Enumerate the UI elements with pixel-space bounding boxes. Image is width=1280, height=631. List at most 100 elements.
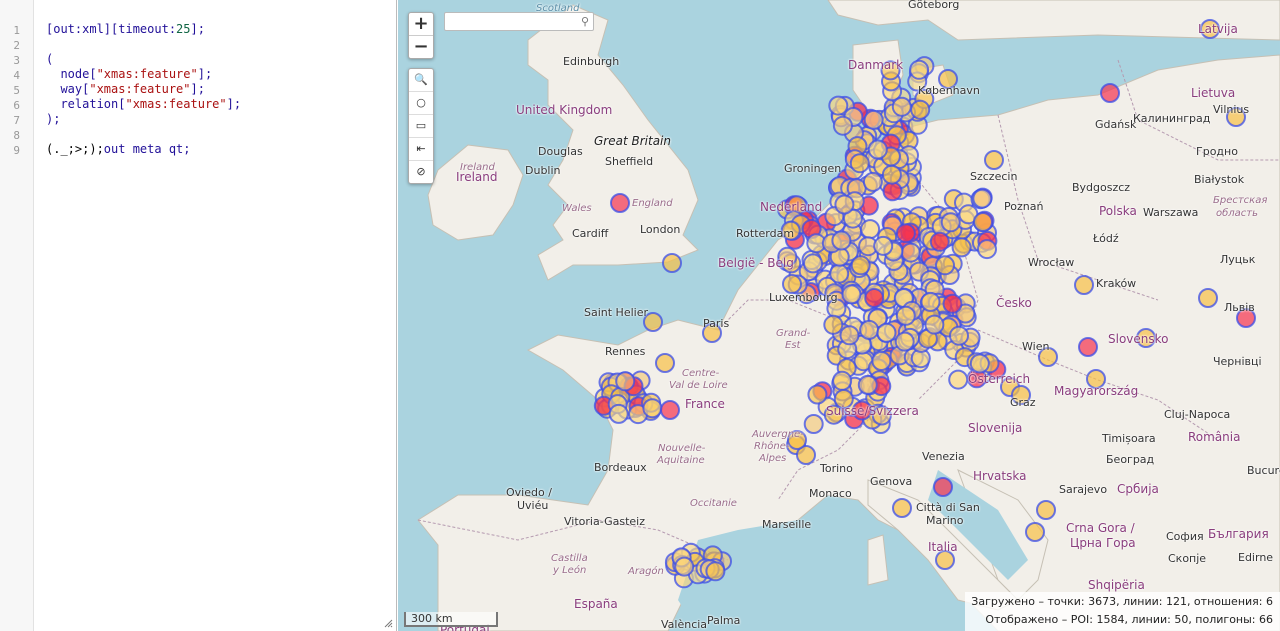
poi-marker[interactable]: [1074, 275, 1094, 295]
collapse-editor-icon[interactable]: ⇤: [409, 137, 433, 160]
poi-marker[interactable]: [803, 253, 823, 274]
fullscreen-icon[interactable]: ▭: [409, 114, 433, 137]
poi-marker[interactable]: [973, 212, 993, 232]
poi-marker[interactable]: [948, 369, 969, 390]
poi-marker[interactable]: [662, 253, 682, 273]
locate-icon[interactable]: ○: [409, 91, 433, 114]
poi-marker[interactable]: [610, 193, 630, 213]
poi-marker[interactable]: [894, 331, 915, 352]
poi-marker[interactable]: [940, 212, 961, 233]
code-line-3[interactable]: (: [46, 52, 53, 66]
map-label: Danmark: [848, 58, 904, 72]
poi-marker[interactable]: [972, 188, 993, 209]
poi-marker[interactable]: [1036, 500, 1056, 520]
poi-marker[interactable]: [895, 305, 916, 326]
poi-marker[interactable]: [895, 223, 916, 244]
poi-marker[interactable]: [832, 370, 853, 391]
poi-marker[interactable]: [1025, 522, 1045, 542]
poi-marker[interactable]: [882, 181, 903, 202]
map-label: Paris: [703, 317, 730, 330]
poi-marker[interactable]: [834, 194, 855, 215]
poi-marker[interactable]: [660, 400, 680, 420]
poi-marker[interactable]: [1198, 288, 1218, 308]
map-label: România: [1188, 430, 1241, 444]
map-label: Groningen: [784, 162, 842, 175]
poi-marker[interactable]: [615, 371, 636, 392]
poi-marker[interactable]: [807, 384, 828, 405]
poi-marker[interactable]: [949, 325, 969, 346]
map-label: Edirne: [1238, 551, 1274, 564]
map-label: Sheffield: [605, 155, 654, 168]
poi-marker[interactable]: [984, 150, 1004, 170]
poi-marker[interactable]: [828, 95, 849, 116]
map-label: Polska: [1099, 204, 1137, 218]
poi-marker[interactable]: [859, 319, 880, 340]
poi-marker[interactable]: [863, 109, 884, 130]
poi-marker[interactable]: [969, 353, 990, 374]
poi-marker[interactable]: [1100, 83, 1120, 103]
poi-marker[interactable]: [829, 263, 850, 284]
code-token: ];: [190, 22, 205, 36]
poi-marker[interactable]: [831, 230, 852, 251]
zoom-in-button[interactable]: +: [409, 13, 433, 35]
poi-marker[interactable]: [881, 164, 902, 185]
poi-marker[interactable]: [705, 561, 726, 582]
code-line-6[interactable]: relation["xmas:feature"];: [46, 97, 241, 111]
poi-marker[interactable]: [873, 235, 894, 256]
poi-marker[interactable]: [608, 403, 629, 424]
poi-marker[interactable]: [642, 398, 663, 419]
poi-marker[interactable]: [891, 96, 912, 117]
clear-data-icon[interactable]: ⊘: [409, 160, 433, 183]
map-label: Österreich: [968, 372, 1031, 386]
zoom-out-button[interactable]: −: [409, 35, 433, 58]
poi-marker[interactable]: [951, 237, 972, 258]
poi-marker[interactable]: [867, 139, 888, 160]
poi-marker[interactable]: [860, 219, 881, 240]
poi-markers-layer[interactable]: [398, 0, 1280, 631]
poi-marker[interactable]: [876, 322, 897, 343]
map-view[interactable]: Scotland Göteborg Latvija Edinburgh Danm…: [398, 0, 1280, 631]
poi-marker[interactable]: [862, 171, 883, 192]
poi-marker[interactable]: [929, 231, 950, 252]
poi-marker[interactable]: [910, 99, 931, 120]
poi-marker[interactable]: [849, 153, 870, 174]
poi-marker[interactable]: [850, 255, 871, 276]
poi-marker[interactable]: [900, 242, 921, 263]
map-label: Warszawa: [1143, 206, 1199, 219]
line-number: 9: [13, 144, 20, 157]
search-icon[interactable]: ⚲: [581, 15, 589, 28]
poi-marker[interactable]: [942, 293, 963, 314]
map-label: København: [918, 84, 980, 97]
poi-marker[interactable]: [655, 353, 675, 373]
poi-marker[interactable]: [674, 556, 695, 577]
poi-marker[interactable]: [892, 498, 912, 518]
poi-marker[interactable]: [832, 115, 853, 136]
code-line-7[interactable]: );: [46, 112, 60, 126]
resize-handle-icon[interactable]: [383, 618, 393, 628]
poi-marker[interactable]: [977, 239, 997, 260]
code-line-9[interactable]: (._;>;);out meta qt;: [46, 142, 191, 156]
poi-marker[interactable]: [920, 291, 941, 312]
poi-marker[interactable]: [839, 325, 860, 346]
poi-marker[interactable]: [857, 374, 878, 395]
map-label: Shqipëria: [1088, 578, 1145, 592]
poi-marker[interactable]: [1078, 337, 1098, 357]
query-editor[interactable]: 1 2 3 4 5 6 7 8 9 [out:xml][timeout:25];…: [0, 0, 397, 631]
poi-marker[interactable]: [933, 477, 953, 497]
poi-marker[interactable]: [909, 59, 930, 80]
map-label: London: [640, 223, 681, 236]
poi-marker[interactable]: [924, 314, 945, 335]
map-label: Црна Гора: [1070, 536, 1136, 550]
poi-marker[interactable]: [803, 414, 824, 434]
poi-marker[interactable]: [871, 351, 892, 371]
line-number: 2: [13, 39, 20, 52]
poi-marker[interactable]: [823, 314, 844, 335]
code-line-5[interactable]: way["xmas:feature"];: [46, 82, 205, 96]
poi-marker[interactable]: [841, 284, 862, 305]
poi-marker[interactable]: [864, 288, 885, 308]
code-line-1[interactable]: [out:xml][timeout:25];: [46, 22, 205, 36]
map-label: Great Britain: [594, 134, 671, 148]
zoom-to-data-icon[interactable]: 🔍: [409, 69, 433, 91]
code-line-4[interactable]: node["xmas:feature"];: [46, 67, 212, 81]
map-search-input[interactable]: [448, 15, 577, 34]
